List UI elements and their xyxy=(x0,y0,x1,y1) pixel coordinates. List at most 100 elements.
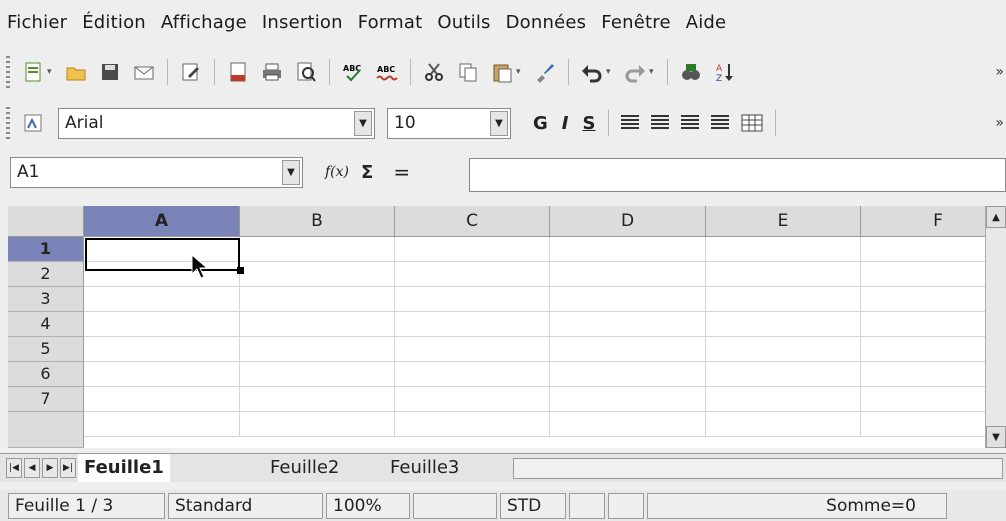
grid-cell[interactable] xyxy=(240,412,395,437)
function-button[interactable]: = xyxy=(393,160,410,184)
grid-cell[interactable] xyxy=(861,237,985,262)
grid-cell[interactable] xyxy=(550,262,706,287)
new-dropdown-icon[interactable]: ▾ xyxy=(47,67,57,77)
grid-cell[interactable] xyxy=(395,412,550,437)
grid-cell[interactable] xyxy=(550,312,706,337)
grid-cell[interactable] xyxy=(395,387,550,412)
toolbar-overflow-icon[interactable]: » xyxy=(995,64,1004,80)
sum-button[interactable]: Σ xyxy=(361,162,373,183)
toolbar-grip[interactable] xyxy=(6,56,10,88)
grid-cell[interactable] xyxy=(861,312,985,337)
status-selection-mode[interactable]: STD xyxy=(500,492,566,519)
row-header-4[interactable]: 4 xyxy=(8,312,84,337)
menu-fenetre[interactable]: Fenêtre xyxy=(593,12,677,33)
save-icon[interactable] xyxy=(98,60,122,84)
grid-cell[interactable] xyxy=(861,362,985,387)
grid-cell[interactable] xyxy=(861,387,985,412)
new-document-icon[interactable] xyxy=(21,60,45,84)
grid-cell[interactable] xyxy=(84,312,240,337)
grid-cell[interactable] xyxy=(395,337,550,362)
edit-file-icon[interactable] xyxy=(179,60,203,84)
bold-button[interactable]: G xyxy=(533,113,548,134)
select-all-corner[interactable] xyxy=(8,206,84,237)
spreadsheet-grid[interactable]: A B C D E F 1 2 3 4 5 6 7 xyxy=(8,206,985,448)
next-sheet-icon[interactable]: ▶ xyxy=(42,458,58,478)
grid-cell[interactable] xyxy=(706,362,861,387)
grid-cell[interactable] xyxy=(240,262,395,287)
grid-cell[interactable] xyxy=(240,287,395,312)
grid-cell[interactable] xyxy=(395,237,550,262)
grid-cell[interactable] xyxy=(395,362,550,387)
cut-icon[interactable] xyxy=(422,60,446,84)
grid-cell[interactable] xyxy=(395,287,550,312)
grid-cell[interactable] xyxy=(550,237,706,262)
grid-cell[interactable] xyxy=(550,412,706,437)
grid-cell[interactable] xyxy=(240,237,395,262)
grid-cell[interactable] xyxy=(240,362,395,387)
grid-cell[interactable] xyxy=(395,262,550,287)
formula-input[interactable] xyxy=(469,158,1006,192)
grid-cell[interactable] xyxy=(240,337,395,362)
status-zoom[interactable]: 100% xyxy=(326,492,410,519)
underline-button[interactable]: S xyxy=(582,113,595,134)
menu-fichier[interactable]: Fichier xyxy=(0,12,74,33)
column-header-d[interactable]: D xyxy=(550,206,706,237)
grid-cell[interactable] xyxy=(861,412,985,437)
grid-cell[interactable] xyxy=(706,337,861,362)
undo-dropdown-icon[interactable]: ▾ xyxy=(606,67,616,77)
grid-cell[interactable] xyxy=(84,287,240,312)
grid-cell[interactable] xyxy=(550,337,706,362)
fill-handle[interactable] xyxy=(237,267,244,274)
horizontal-scrollbar[interactable] xyxy=(513,458,1003,479)
toolbar-overflow-icon[interactable]: » xyxy=(995,115,1004,131)
function-wizard-button[interactable]: f(x) xyxy=(325,164,349,180)
column-header-a[interactable]: A xyxy=(84,206,240,237)
row-header-5[interactable]: 5 xyxy=(8,337,84,362)
previous-sheet-icon[interactable]: ◀ xyxy=(24,458,40,478)
autospellcheck-icon[interactable]: ABC xyxy=(375,60,399,84)
align-center-icon[interactable] xyxy=(651,115,670,131)
grid-cell[interactable] xyxy=(706,287,861,312)
align-right-icon[interactable] xyxy=(681,115,700,131)
column-header-f[interactable]: F xyxy=(861,206,985,237)
menu-edition[interactable]: Édition xyxy=(74,12,153,33)
grid-cell[interactable] xyxy=(706,262,861,287)
undo-icon[interactable] xyxy=(580,60,604,84)
menu-affichage[interactable]: Affichage xyxy=(153,12,254,33)
column-header-b[interactable]: B xyxy=(240,206,395,237)
grid-cell[interactable] xyxy=(706,387,861,412)
font-name-combobox[interactable]: Arial ▼ xyxy=(58,107,375,139)
column-header-c[interactable]: C xyxy=(395,206,550,237)
last-sheet-icon[interactable]: ▶| xyxy=(60,458,76,478)
justify-icon[interactable] xyxy=(711,115,730,131)
grid-cell[interactable] xyxy=(861,287,985,312)
navigator-icon[interactable] xyxy=(679,60,703,84)
active-cell-a1[interactable] xyxy=(85,238,240,271)
menu-insertion[interactable]: Insertion xyxy=(254,12,350,33)
name-box[interactable]: A1 ▼ xyxy=(10,156,303,188)
row-header-7[interactable]: 7 xyxy=(8,387,84,412)
print-icon[interactable] xyxy=(260,60,284,84)
sheet-tab-feuille3[interactable]: Feuille3 xyxy=(384,454,465,482)
grid-cell[interactable] xyxy=(84,362,240,387)
print-preview-icon[interactable] xyxy=(294,60,318,84)
font-size-dropdown-icon[interactable]: ▼ xyxy=(490,110,508,136)
scroll-up-icon[interactable]: ▲ xyxy=(986,206,1006,228)
align-left-icon[interactable] xyxy=(621,115,640,131)
grid-cell[interactable] xyxy=(706,412,861,437)
paste-dropdown-icon[interactable]: ▾ xyxy=(516,67,526,77)
menu-outils[interactable]: Outils xyxy=(429,12,497,33)
row-header-6[interactable]: 6 xyxy=(8,362,84,387)
name-box-dropdown-icon[interactable]: ▼ xyxy=(282,159,300,185)
email-icon[interactable] xyxy=(132,60,156,84)
spellcheck-icon[interactable]: ABC xyxy=(341,60,365,84)
grid-cell[interactable] xyxy=(706,237,861,262)
grid-cell[interactable] xyxy=(550,362,706,387)
styles-formatting-icon[interactable] xyxy=(21,111,45,135)
grid-cell[interactable] xyxy=(240,387,395,412)
first-sheet-icon[interactable]: |◀ xyxy=(6,458,22,478)
row-header-8[interactable] xyxy=(8,412,84,448)
grid-cell[interactable] xyxy=(240,312,395,337)
grid-cell[interactable] xyxy=(706,312,861,337)
redo-icon[interactable] xyxy=(623,60,647,84)
